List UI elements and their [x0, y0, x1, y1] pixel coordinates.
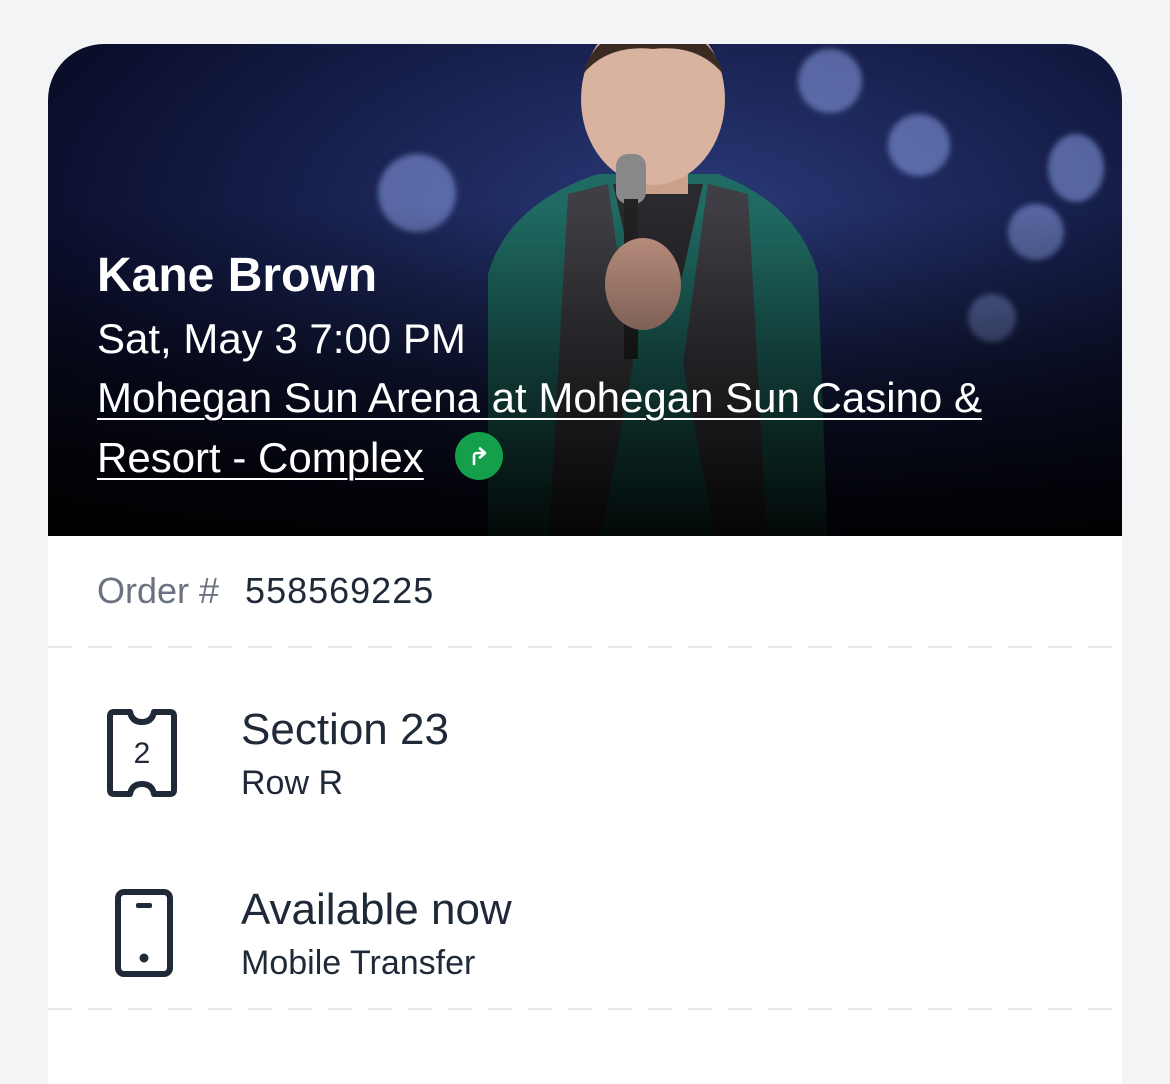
order-row: Order # 558569225: [48, 536, 1122, 646]
event-name: Kane Brown: [97, 249, 378, 302]
seat-info-row: 2 Section 23 Row R: [48, 648, 1122, 828]
seat-section: Section 23: [241, 705, 449, 754]
order-number: 558569225: [245, 570, 435, 611]
ticket-count: 2: [134, 737, 151, 770]
delivery-method: Mobile Transfer: [241, 944, 476, 982]
mobile-phone-icon: [115, 889, 173, 977]
directions-icon[interactable]: [455, 431, 504, 480]
delivery-info-row: Available now Mobile Transfer: [48, 828, 1122, 1008]
venue-link[interactable]: Mohegan Sun Arena at Mohegan Sun Casino …: [97, 368, 1082, 488]
event-info: Kane Brown Sat, May 3 7:00 PM Mohegan Su…: [97, 248, 1082, 488]
venue-line-2[interactable]: Resort - Complex: [97, 434, 424, 481]
ticket-icon: 2: [107, 709, 177, 797]
event-hero-image: Kane Brown Sat, May 3 7:00 PM Mohegan Su…: [48, 44, 1122, 536]
divider: [48, 1008, 1122, 1010]
seat-row: Row R: [241, 764, 344, 802]
venue-line-1[interactable]: Mohegan Sun Arena at Mohegan Sun Casino …: [97, 374, 982, 421]
event-card: Kane Brown Sat, May 3 7:00 PM Mohegan Su…: [48, 44, 1122, 1084]
event-datetime: Sat, May 3 7:00 PM: [97, 315, 466, 362]
order-label: Order #: [97, 570, 220, 611]
delivery-status: Available now: [241, 885, 512, 934]
